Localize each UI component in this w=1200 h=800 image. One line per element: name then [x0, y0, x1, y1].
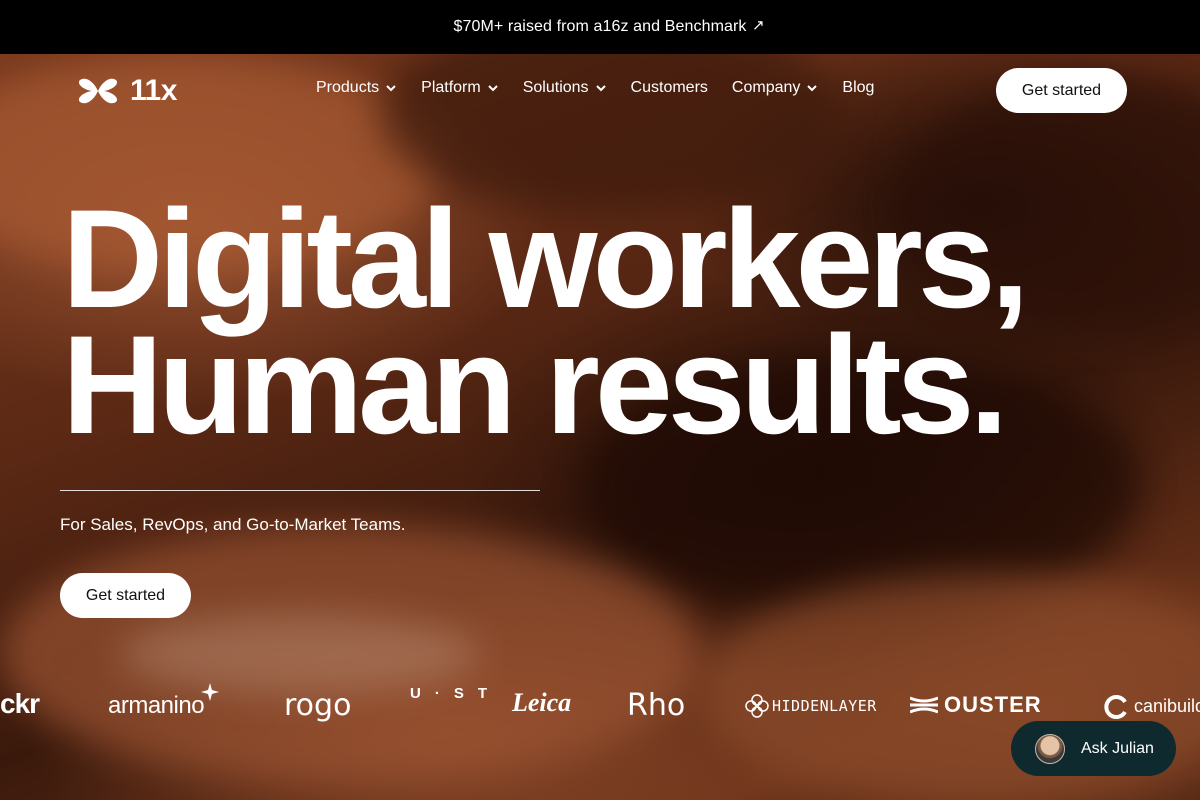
- hero-divider: [60, 490, 540, 491]
- announcement-text[interactable]: $70M+ raised from a16z and Benchmark: [453, 18, 746, 36]
- nav-item-label: Blog: [842, 79, 875, 96]
- nav-item-label: Customers: [630, 79, 708, 96]
- logo-rogo: rogo: [284, 688, 352, 723]
- logo-armanino: armanino: [108, 692, 205, 719]
- nav-item-platform[interactable]: Platform: [421, 79, 499, 97]
- canibuild-icon: [1104, 695, 1127, 719]
- external-arrow-icon: ↗: [752, 17, 765, 34]
- hero-headline: Digital workers, Human results.: [62, 180, 1030, 463]
- logo-canibuild: canibuild: [1134, 696, 1200, 716]
- chat-label: Ask Julian: [1081, 739, 1154, 757]
- chevron-down-icon: [807, 85, 818, 92]
- logo-ouster: OUSTER: [944, 692, 1042, 717]
- avatar: [1035, 733, 1065, 764]
- nav-item-label: Products: [316, 79, 380, 96]
- announcement-bar[interactable]: $70M+ raised from a16z and Benchmark ↗: [0, 0, 1200, 54]
- nav-item-customers[interactable]: Customers: [631, 79, 708, 97]
- nav-item-products[interactable]: Products: [316, 79, 397, 97]
- hiddenlayer-icon: [745, 694, 769, 718]
- customer-logos: ckr armanino rogo U·ST Leica Rho HIDDENL…: [0, 680, 1200, 730]
- headline-line-1: Digital workers,: [62, 180, 1030, 337]
- logo-rho: Rho: [627, 688, 686, 723]
- chevron-down-icon: [488, 85, 498, 92]
- 11x-logo-icon: [78, 78, 118, 104]
- logo-ust: U·ST: [410, 685, 501, 702]
- nav-item-label: Solutions: [522, 79, 589, 96]
- ask-julian-chat-button[interactable]: Ask Julian: [1011, 721, 1176, 776]
- headline-line-2: Human results.: [62, 306, 1008, 463]
- main-navigation: 11x Products Platform Solutions Customer…: [0, 54, 1200, 126]
- nav-item-company[interactable]: Company: [732, 79, 818, 97]
- logo[interactable]: 11x: [76, 74, 177, 108]
- nav-menu: Products Platform Solutions Customers Co…: [316, 79, 874, 97]
- chevron-down-icon: [386, 85, 396, 92]
- nav-item-solutions[interactable]: Solutions: [523, 79, 607, 97]
- hero-subheadline: For Sales, RevOps, and Go-to-Market Team…: [60, 515, 406, 534]
- armanino-star-icon: [201, 683, 219, 701]
- logo-hiddenlayer: HIDDENLAYER: [772, 697, 877, 715]
- nav-item-blog[interactable]: Blog: [842, 79, 874, 97]
- ouster-icon: [910, 696, 938, 714]
- logo-text: 11x: [130, 74, 177, 107]
- logo-leica: Leica: [512, 688, 572, 717]
- get-started-hero-button[interactable]: Get started: [60, 573, 191, 618]
- nav-item-label: Platform: [421, 79, 481, 96]
- nav-item-label: Company: [731, 79, 801, 96]
- get-started-nav-button[interactable]: Get started: [996, 68, 1127, 113]
- chevron-down-icon: [595, 85, 606, 92]
- logo-ckr: ckr: [0, 688, 40, 719]
